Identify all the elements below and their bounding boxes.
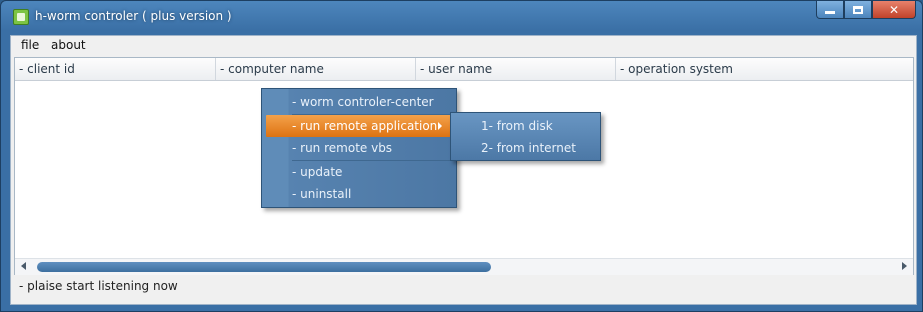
menu-item-worm-controler-center[interactable]: - worm controler-center <box>262 91 456 113</box>
menu-about[interactable]: about <box>47 38 90 52</box>
maximize-button[interactable] <box>844 1 872 19</box>
menu-bar: file about <box>11 36 916 56</box>
menu-item-run-remote-application[interactable]: - run remote application <box>266 115 452 137</box>
minimize-icon <box>825 11 835 14</box>
submenu-item-from-internet[interactable]: 2- from internet <box>451 137 600 159</box>
window-title: h-worm controler ( plus version ) <box>35 9 232 23</box>
clients-list[interactable]: - client id - computer name - user name … <box>14 57 914 275</box>
close-button[interactable]: ✕ <box>872 1 916 19</box>
arrow-right-icon[interactable] <box>902 262 907 270</box>
context-menu: - worm controler-center - run remote app… <box>261 88 457 208</box>
client-area: file about - client id - computer name -… <box>10 35 917 305</box>
menu-item-update[interactable]: - update <box>262 161 456 183</box>
submenu-item-from-disk[interactable]: 1- from disk <box>451 115 600 137</box>
close-icon: ✕ <box>888 2 900 17</box>
list-header: - client id - computer name - user name … <box>15 58 913 81</box>
menu-item-uninstall[interactable]: - uninstall <box>262 183 456 205</box>
column-operation-system[interactable]: - operation system <box>616 58 913 80</box>
status-bar: - plaise start listening now <box>11 276 916 302</box>
column-client-id[interactable]: - client id <box>15 58 216 80</box>
column-user-name[interactable]: - user name <box>416 58 616 80</box>
status-text: - plaise start listening now <box>19 279 178 293</box>
arrow-left-icon[interactable] <box>21 262 26 270</box>
submenu: 1- from disk 2- from internet <box>450 112 601 161</box>
chevron-right-icon <box>438 122 442 130</box>
scrollbar-thumb[interactable] <box>37 262 491 272</box>
main-window: h-worm controler ( plus version ) ✕ file… <box>0 0 923 312</box>
window-controls: ✕ <box>816 1 916 21</box>
menu-item-run-remote-vbs[interactable]: - run remote vbs <box>262 137 456 159</box>
menu-file[interactable]: file <box>17 38 43 52</box>
column-computer-name[interactable]: - computer name <box>216 58 416 80</box>
app-icon <box>13 9 29 25</box>
menu-item-label: - run remote application <box>292 119 438 133</box>
maximize-icon <box>853 5 863 14</box>
horizontal-scrollbar[interactable] <box>15 258 913 275</box>
title-bar[interactable]: h-worm controler ( plus version ) ✕ <box>1 1 922 35</box>
minimize-button[interactable] <box>816 1 844 19</box>
